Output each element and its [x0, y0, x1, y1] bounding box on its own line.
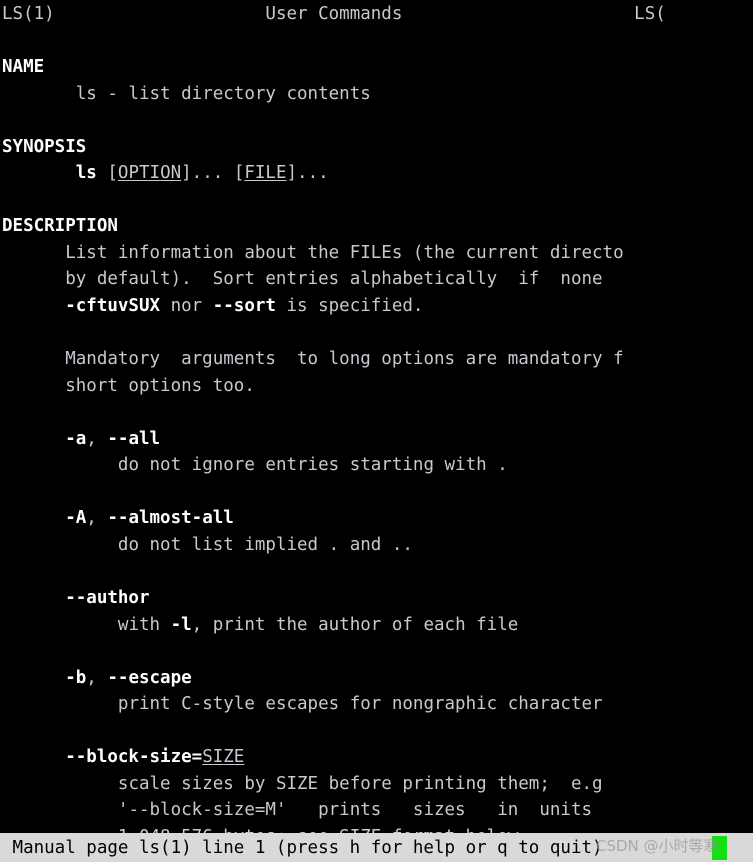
description-para2-line2-text: short options too. [65, 375, 255, 396]
option-flag-separator: , [86, 428, 108, 449]
option-desc-escape-text: print C-style escapes for nongraphic cha… [117, 694, 603, 715]
synopsis-indent [2, 163, 76, 183]
sort-end-text: is specified. [275, 296, 424, 317]
option-desc-all: do not ignore entries starting with . [0, 452, 753, 479]
section-heading-name-label: NAME [2, 57, 45, 78]
option-desc-almost-all-text: do not list implied . and .. [117, 534, 413, 555]
option-term-author: --author [0, 585, 753, 612]
sort-option-bold: --sort [212, 296, 276, 317]
option-desc-all-text: do not ignore entries starting with . [117, 455, 508, 476]
section-heading-description: DESCRIPTION [0, 213, 753, 240]
option-desc-author-flag: -l [170, 614, 192, 635]
option-long-flag: --block-size= [65, 747, 203, 768]
synopsis-after-option: ]... [ [181, 163, 245, 184]
option-desc-block-size-line2: '--block-size=M' prints sizes in units [0, 797, 753, 824]
option-desc-block-size-line1-text: scale sizes by SIZE before printing them… [117, 773, 603, 794]
description-para2-line2: short options too. [0, 373, 753, 400]
synopsis-before-option: [ [96, 163, 118, 184]
option-long-flag: --all [107, 428, 161, 449]
pager-status-bar[interactable]: Manual page ls(1) line 1 (press h for he… [0, 833, 753, 862]
man-header-gap2 [402, 4, 634, 24]
name-body: ls - list directory contents [0, 81, 753, 108]
option-long-flag: --almost-all [107, 508, 234, 529]
synopsis-command: ls [75, 163, 97, 184]
option-short-flag: -b [65, 667, 87, 688]
option-short-flag: -A [65, 508, 87, 529]
option-desc-author-pre: with [117, 614, 171, 635]
option-term-almost-all: -A, --almost-all [0, 505, 753, 532]
text-cursor [712, 836, 727, 860]
option-term-block-size: --block-size=SIZE [0, 744, 753, 771]
option-desc-author-post: , print the author of each file [191, 614, 519, 635]
man-page-viewport[interactable]: LS(1) User Commands LS( NAME ls - list d… [0, 0, 753, 833]
description-para1-line3: -cftuvSUX nor --sort is specified. [0, 293, 753, 320]
option-desc-block-size-line3: 1,048,576 bytes; see SIZE format below [0, 824, 753, 833]
option-long-flag: --escape [107, 667, 192, 688]
option-desc-block-size-line1: scale sizes by SIZE before printing them… [0, 771, 753, 798]
sort-mid-text: nor [160, 296, 213, 317]
section-heading-description-label: DESCRIPTION [2, 216, 118, 237]
man-header-right: LS( [634, 4, 666, 24]
option-term-escape: -b, --escape [0, 665, 753, 692]
synopsis-file-arg: FILE [244, 163, 287, 184]
option-long-flag: --author [65, 588, 150, 609]
name-body-indent [2, 84, 76, 104]
description-para2-line1: Mandatory arguments to long options are … [0, 346, 753, 373]
option-desc-block-size-line2-text: '--block-size=M' prints sizes in units [117, 800, 593, 821]
terminal-window: LS(1) User Commands LS( NAME ls - list d… [0, 0, 753, 862]
section-heading-synopsis: SYNOPSIS [0, 134, 753, 161]
option-flag-separator: , [86, 667, 108, 688]
section-heading-synopsis-label: SYNOPSIS [2, 136, 87, 157]
man-header: LS(1) User Commands LS( [0, 1, 753, 28]
option-desc-almost-all: do not list implied . and .. [0, 532, 753, 559]
description-para2-line1-text: Mandatory arguments to long options are … [65, 349, 624, 370]
option-flag-separator: , [86, 508, 108, 529]
name-body-text: ls - list directory contents [75, 83, 371, 104]
description-para1-line1: List information about the FILEs (the cu… [0, 240, 753, 267]
man-header-left: LS(1) [2, 4, 55, 24]
synopsis-after-file: ]... [286, 163, 329, 184]
description-para1-line1-text: List information about the FILEs (the cu… [65, 242, 624, 263]
man-header-center: User Commands [265, 4, 403, 24]
description-para1-line2: by default). Sort entries alphabetically… [0, 266, 753, 293]
option-desc-author: with -l, print the author of each file [0, 612, 753, 639]
section-heading-name: NAME [0, 54, 753, 81]
synopsis-body: ls [OPTION]... [FILE]... [0, 160, 753, 187]
option-arg-size: SIZE [202, 747, 245, 768]
sort-flags-bold: -cftuvSUX [65, 296, 161, 317]
option-term-all: -a, --all [0, 426, 753, 453]
description-para1-line2-text: by default). Sort entries alphabetically… [65, 269, 603, 290]
synopsis-option-arg: OPTION [117, 163, 182, 184]
option-desc-escape: print C-style escapes for nongraphic cha… [0, 691, 753, 718]
man-header-gap1 [55, 4, 266, 24]
option-short-flag: -a [65, 428, 87, 449]
